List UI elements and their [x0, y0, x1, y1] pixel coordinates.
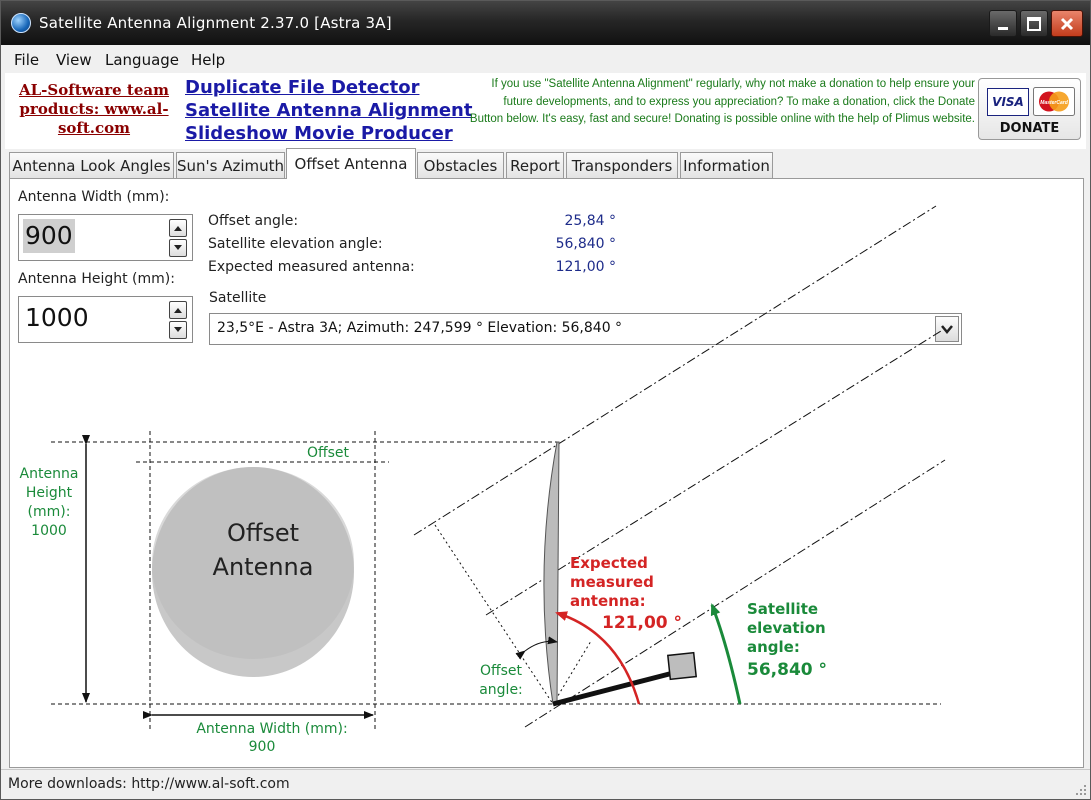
offset-antenna-diagram: Offset Antenna Offset Antenna Height (mm…	[20, 205, 946, 755]
height-label-line2: Height	[26, 485, 73, 501]
status-bar: More downloads: http://www.al-soft.com	[1, 769, 1090, 799]
expected-diagram-value: 121,00 °	[602, 613, 682, 633]
antenna-title-line2: Antenna	[213, 553, 314, 581]
elevation-diagram-value: 56,840 °	[747, 660, 827, 680]
height-label-line1: Antenna	[20, 466, 79, 482]
elevation-label-line2: elevation	[747, 619, 826, 637]
offset-angle-label-line2: angle:	[479, 682, 523, 698]
width-value: 900	[249, 739, 276, 755]
elevation-label-line1: Satellite	[747, 600, 818, 618]
status-text: More downloads: http://www.al-soft.com	[8, 776, 290, 792]
elevation-label-line3: angle:	[747, 638, 800, 656]
signal-lines	[413, 205, 946, 728]
elevation-angle-arc	[710, 603, 742, 705]
dish-side-profile	[543, 441, 560, 705]
width-label: Antenna Width (mm):	[196, 721, 347, 737]
offset-angle-label-line1: Offset	[480, 663, 523, 679]
app-window: Satellite Antenna Alignment 2.37.0 [Astr…	[0, 0, 1091, 800]
height-label-line4: 1000	[31, 523, 67, 539]
antenna-title-line1: Offset	[227, 519, 299, 547]
expected-label-line2: measured	[570, 573, 654, 591]
expected-label-line3: antenna:	[570, 592, 646, 610]
height-label-line3: (mm):	[28, 504, 71, 520]
expected-label-line1: Expected	[570, 554, 648, 572]
offset-label: Offset	[307, 445, 350, 461]
lnb-icon	[666, 651, 698, 681]
resize-grip-icon[interactable]	[1075, 784, 1087, 796]
feed-arm	[552, 669, 678, 707]
tab-offset-antenna[interactable]: Offset Antenna	[286, 148, 416, 179]
